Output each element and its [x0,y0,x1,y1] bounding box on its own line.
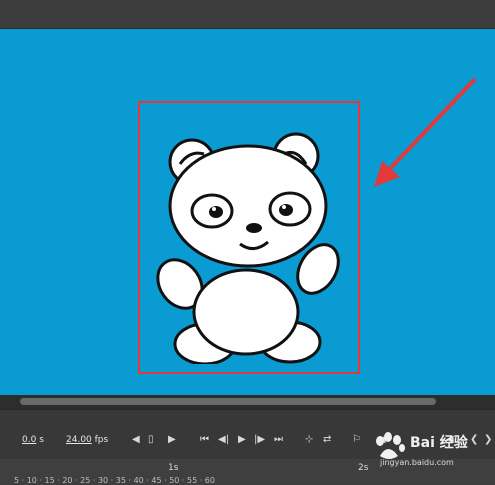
watermark-brand: Bai 经验 [410,435,468,451]
ruler-marker-2s: 2s [358,463,369,473]
scrollbar-thumb[interactable] [20,398,436,405]
caret-left-icon[interactable]: ◀ [132,434,140,445]
prev-frame-icon[interactable]: ◀| [218,434,229,445]
frame-rate[interactable]: 24.00 fps [66,435,108,445]
top-toolbar [0,0,495,29]
first-frame-icon[interactable]: ⏮ [200,434,209,445]
ruler-marker-1s: 1s [168,463,179,473]
center-frame-icon[interactable]: ⊹ [305,434,313,445]
pointer-arrow [374,77,477,187]
current-time[interactable]: 0.0 s [22,435,44,445]
marker-icon[interactable]: ⚐ [352,434,361,445]
next-frame-icon[interactable]: |▶ [254,434,265,445]
panda-drawing[interactable] [150,124,355,364]
play-icon[interactable]: ▶ [238,434,246,445]
frame-indicator-icon[interactable]: ▯ [148,434,154,445]
baidu-watermark: Bai 经验 jingyan.baidu.com [372,428,492,470]
loop-icon[interactable]: ⇄ [323,434,331,445]
caret-right-icon[interactable]: ▶ [168,434,176,445]
stage-canvas[interactable] [0,29,495,395]
watermark-url: jingyan.baidu.com [380,458,454,467]
last-frame-icon[interactable]: ⏭ [274,434,283,445]
horizontal-scrollbar[interactable] [0,395,495,409]
